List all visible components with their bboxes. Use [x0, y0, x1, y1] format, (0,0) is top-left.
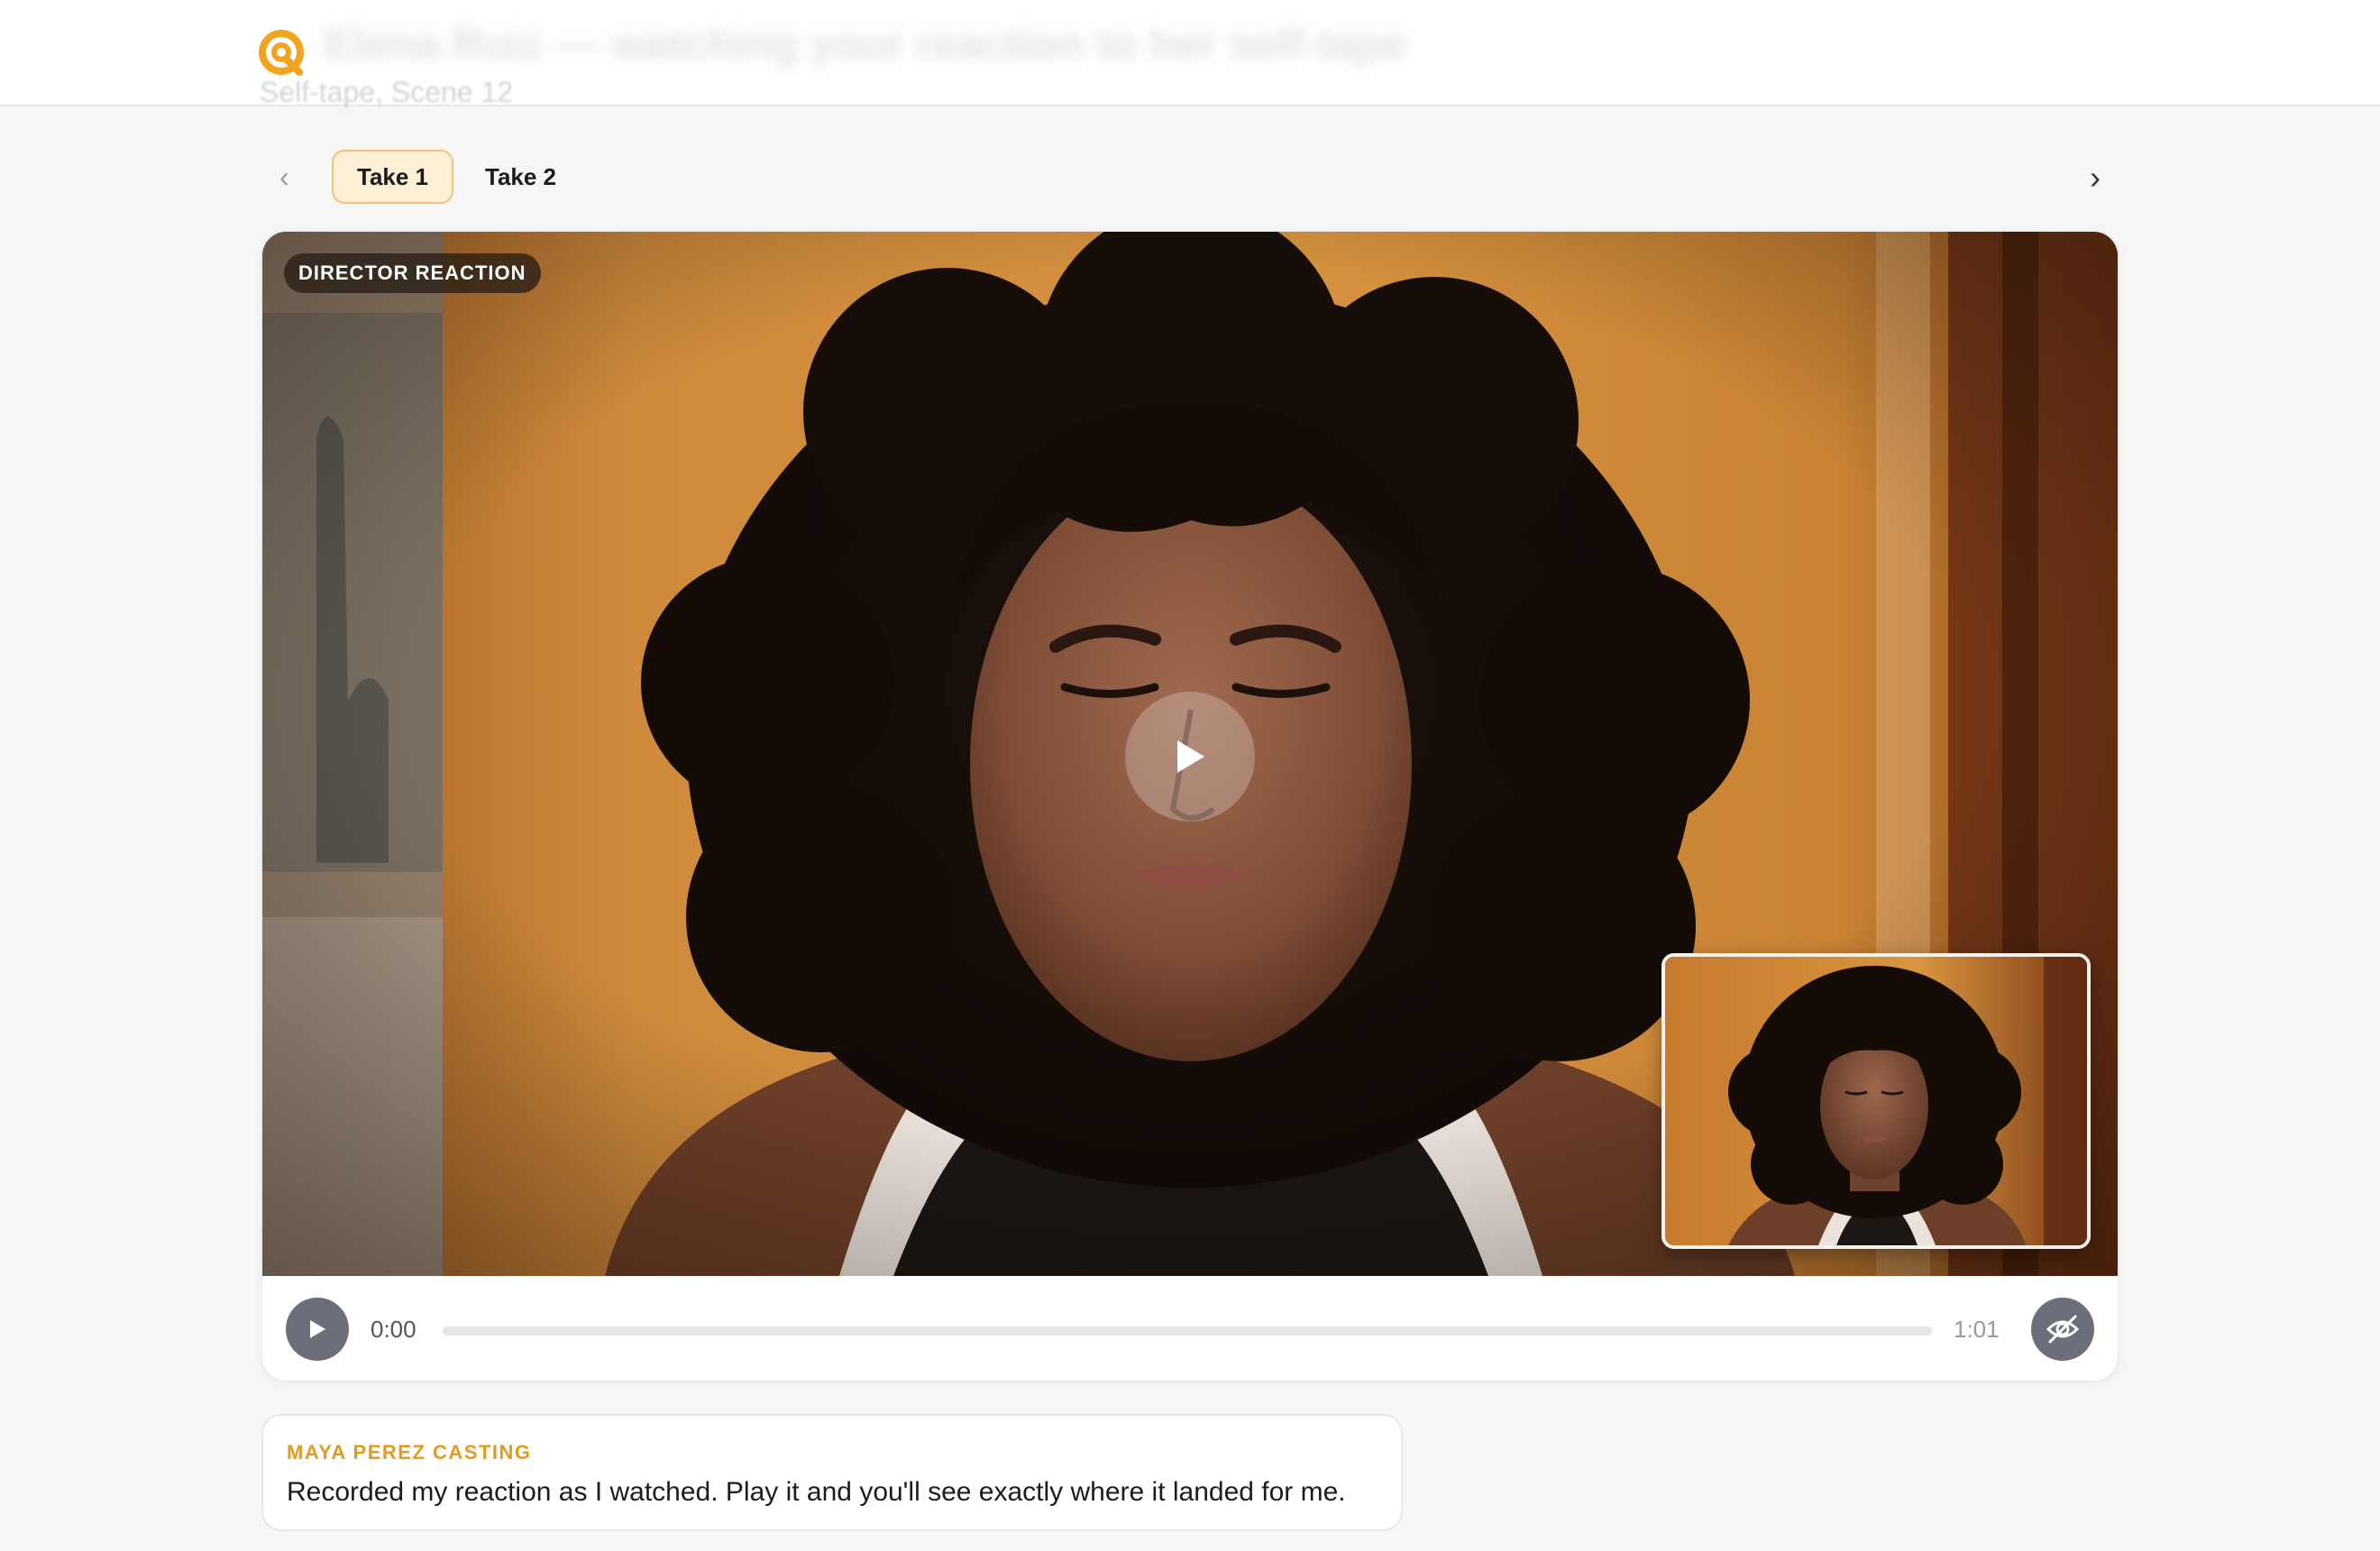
app-header: Elena Ruiz — watching your reaction to h…	[0, 0, 2380, 108]
message-text: Recorded my reaction as I watched. Play …	[287, 1477, 1346, 1507]
next-take-button[interactable]: ›	[2090, 159, 2101, 197]
video-play-button[interactable]	[1125, 692, 1255, 821]
video-frame[interactable]: DIRECTOR REACTION	[262, 232, 2118, 1276]
take-tabs: ‹ Take 1 Take 2 ›	[261, 144, 2119, 209]
current-time: 0:00	[371, 1316, 416, 1343]
director-reaction-badge: DIRECTOR REACTION	[284, 253, 541, 293]
tab-take-1[interactable]: Take 1	[332, 150, 454, 204]
progress-bar[interactable]	[443, 1326, 1932, 1335]
message-card: MAYA PEREZ CASTING Recorded my reaction …	[261, 1414, 1403, 1531]
player-controls: 0:00 1:01	[262, 1276, 2118, 1381]
video-player: DIRECTOR REACTION 0:00 1:01	[261, 231, 2119, 1381]
prev-take-button[interactable]: ‹	[279, 161, 289, 194]
total-time: 1:01	[1954, 1316, 2000, 1343]
page-subtitle: Self-tape, Scene 12	[260, 76, 514, 108]
tab-take-2[interactable]: Take 2	[462, 150, 580, 204]
eye-off-icon	[2046, 1315, 2080, 1344]
q-logo-icon[interactable]	[258, 29, 308, 79]
reaction-camera-pip[interactable]	[1661, 953, 2091, 1249]
play-icon	[1177, 740, 1204, 773]
toggle-reaction-button[interactable]	[2031, 1298, 2094, 1361]
play-button[interactable]	[286, 1298, 349, 1361]
play-icon	[310, 1320, 325, 1338]
message-author: MAYA PEREZ CASTING	[287, 1441, 532, 1464]
page-title: Elena Ruiz — watching your reaction to h…	[325, 21, 1407, 69]
reaction-video-image	[1665, 957, 2087, 1245]
